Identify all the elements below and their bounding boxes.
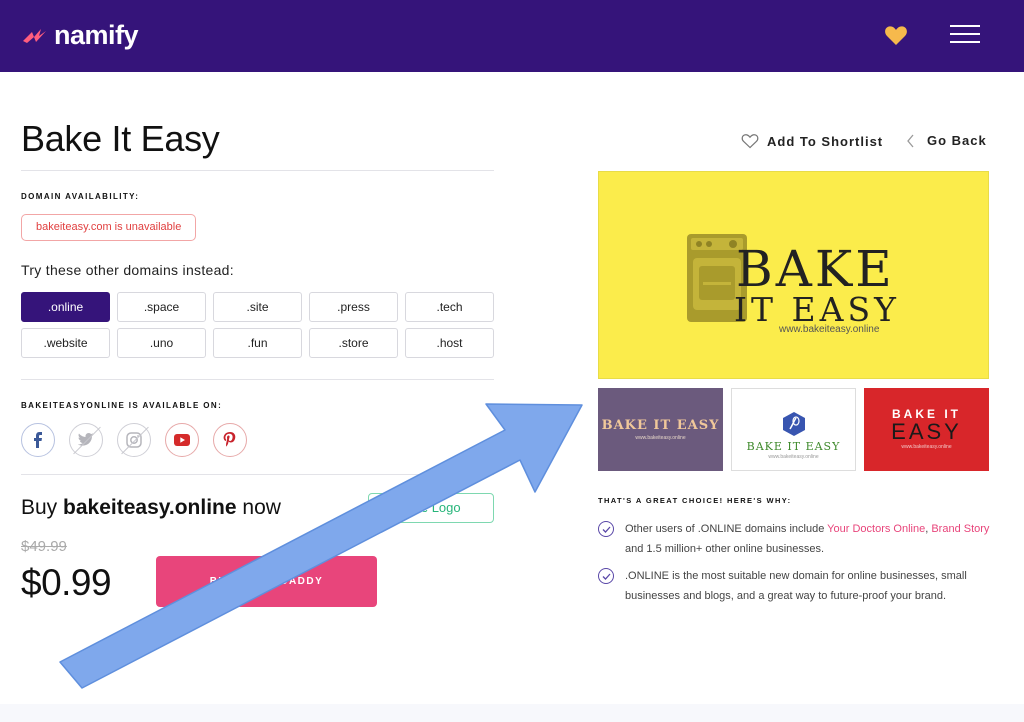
current-price: $0.99	[21, 562, 112, 603]
go-back-label: Go Back	[927, 133, 987, 148]
reason-item: .ONLINE is the most suitable new domain …	[598, 566, 990, 606]
social-icons-row	[21, 423, 261, 457]
tld-site-button[interactable]: .site	[213, 292, 302, 322]
chevron-left-icon	[907, 134, 914, 147]
tld-online-button[interactable]: .online	[21, 292, 110, 322]
brand-story-link[interactable]: Brand Story	[931, 523, 989, 535]
logo-variant-purple[interactable]: BAKE IT EASY www.bakeiteasy.online	[598, 388, 723, 471]
try-domains-text: Try these other domains instead:	[21, 262, 234, 278]
lightning-logo-icon	[23, 28, 46, 43]
old-price: $49.99	[21, 538, 67, 555]
brand-logo[interactable]: namify	[22, 20, 139, 51]
heart-outline-icon	[741, 134, 759, 149]
reason-text-part: and 1.5 million+ other online businesses…	[625, 543, 825, 555]
divider	[21, 379, 494, 380]
facebook-icon[interactable]	[21, 423, 55, 457]
domain-status-badge: bakeiteasy.com is unavailable	[21, 214, 197, 241]
reason-text: Other users of .ONLINE domains include Y…	[625, 519, 990, 559]
buy-prefix: Buy	[21, 496, 64, 519]
brand-name: namify	[54, 20, 139, 50]
thumb-logo-text: BAKE IT EASY	[746, 440, 841, 453]
tld-host-button[interactable]: .host	[405, 328, 494, 358]
divider	[21, 170, 494, 171]
top-navbar: namify	[0, 0, 1024, 72]
tld-uno-button[interactable]: .uno	[117, 328, 206, 358]
twitter-icon[interactable]	[69, 423, 103, 457]
add-to-shortlist-link[interactable]: Add To Shortlist	[741, 133, 883, 149]
tld-store-button[interactable]: .store	[309, 328, 398, 358]
logo-variant-white[interactable]: BAKE IT EASY www.bakeiteasy.online	[731, 388, 856, 471]
check-circle-icon	[598, 568, 614, 584]
thumb-logo-line2: EASY	[891, 419, 962, 444]
thumb-logo-text: BAKE IT EASY	[601, 418, 720, 433]
go-back-link[interactable]: Go Back	[906, 133, 987, 148]
shortlist-label: Add To Shortlist	[767, 133, 884, 149]
thumb-logo-url: www.bakeiteasy.online	[768, 454, 819, 460]
logo-url: www.bakeiteasy.online	[779, 324, 880, 335]
free-logo-button[interactable]: Free Logo	[368, 493, 494, 523]
thumb-logo-url: www.bakeiteasy.online	[901, 444, 952, 450]
youtube-icon[interactable]	[165, 423, 199, 457]
divider	[21, 474, 494, 475]
logo-variant-red[interactable]: BAKE IT EASY www.bakeiteasy.online	[864, 388, 989, 471]
main-logo-preview[interactable]: BAKE IT EASY www.bakeiteasy.online	[598, 171, 989, 379]
reason-text: .ONLINE is the most suitable new domain …	[625, 570, 967, 602]
page-title: Bake It Easy	[21, 118, 220, 159]
social-availability-label: BAKEITEASYONLINE IS AVAILABLE ON:	[21, 401, 223, 410]
footer-strip	[0, 704, 1024, 722]
buy-suffix: now	[236, 496, 281, 519]
great-choice-label: THAT'S A GREAT CHOICE! HERE'S WHY:	[598, 496, 792, 505]
tld-fun-button[interactable]: .fun	[213, 328, 302, 358]
your-doctors-online-link[interactable]: Your Doctors Online	[827, 523, 925, 535]
tld-tech-button[interactable]: .tech	[405, 292, 494, 322]
domain-availability-label: DOMAIN AVAILABILITY:	[21, 192, 140, 201]
tld-options-grid: .online .space .site .press .tech .websi…	[21, 292, 494, 358]
whisk-badge-icon	[783, 412, 805, 436]
tld-space-button[interactable]: .space	[117, 292, 206, 322]
tld-press-button[interactable]: .press	[309, 292, 398, 322]
thumb-logo-url: www.bakeiteasy.online	[635, 435, 686, 441]
reason-text-part: Other users of .ONLINE domains include	[625, 523, 828, 535]
favorites-heart-icon[interactable]	[884, 24, 908, 46]
reason-item: Other users of .ONLINE domains include Y…	[598, 519, 990, 559]
instagram-icon[interactable]	[117, 423, 151, 457]
buy-on-godaddy-button[interactable]: BUY ON GODADDY	[156, 556, 377, 607]
tld-website-button[interactable]: .website	[21, 328, 110, 358]
hamburger-menu-icon[interactable]	[950, 25, 980, 45]
check-circle-icon	[598, 521, 614, 537]
buy-domain-name: bakeiteasy.online	[63, 496, 237, 519]
pinterest-icon[interactable]	[213, 423, 247, 457]
buy-domain-heading: Buy bakeiteasy.online now	[21, 496, 281, 520]
